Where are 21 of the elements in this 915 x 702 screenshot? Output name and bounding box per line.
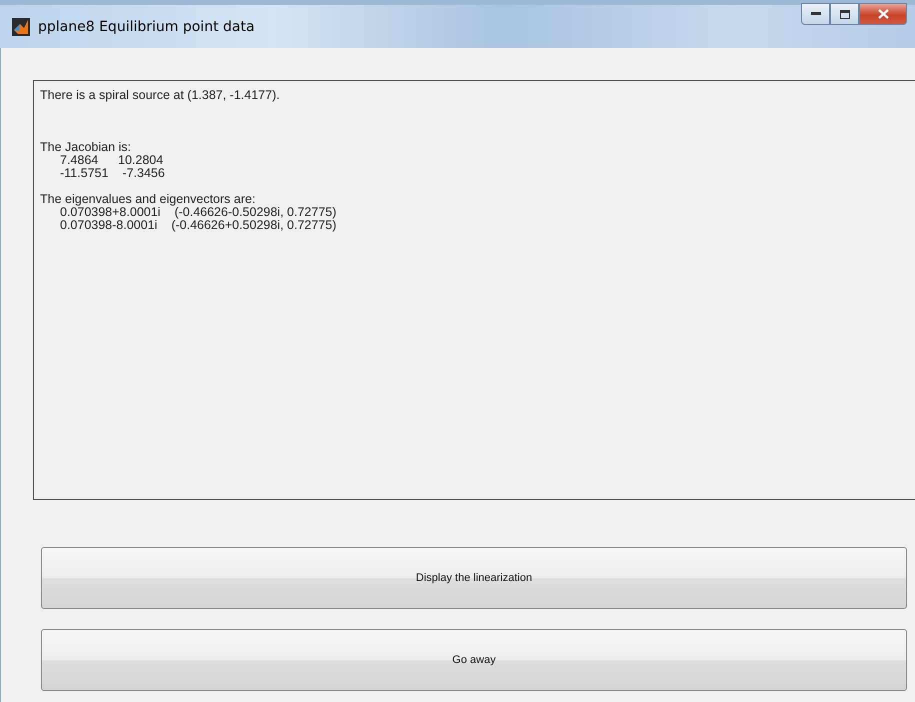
close-icon [878, 9, 888, 19]
app-icon [12, 18, 30, 36]
output-line: The eigenvalues and eigenvectors are: [40, 193, 256, 206]
maximize-button[interactable] [830, 3, 859, 25]
output-value: 0.070398+8.0001i [60, 206, 160, 219]
output-value: 10.2804 [118, 154, 164, 167]
action-button[interactable]: Go away [41, 629, 907, 691]
output-line: There is a spiral source at (1.387, -1.4177). [40, 89, 281, 102]
minimize-icon [810, 12, 820, 16]
output-value: 7.4864 [60, 154, 100, 167]
output-value: (-0.46626-0.50298i, 0.72775) [174, 206, 336, 219]
window-title: pplane8 Equilibrium point data [38, 18, 256, 34]
output-value: 0.070398-8.0001i [60, 219, 158, 232]
output-value: -11.5751 [60, 167, 108, 180]
output-value: -7.3456 [122, 167, 165, 180]
action-button[interactable]: Display the linearization [41, 547, 907, 609]
close-button[interactable] [859, 3, 907, 25]
output-line: The Jacobian is: [40, 141, 132, 154]
maximize-icon [840, 10, 850, 18]
minimize-button[interactable] [801, 3, 830, 25]
output-value: (-0.46626+0.50298i, 0.72775) [171, 219, 336, 232]
